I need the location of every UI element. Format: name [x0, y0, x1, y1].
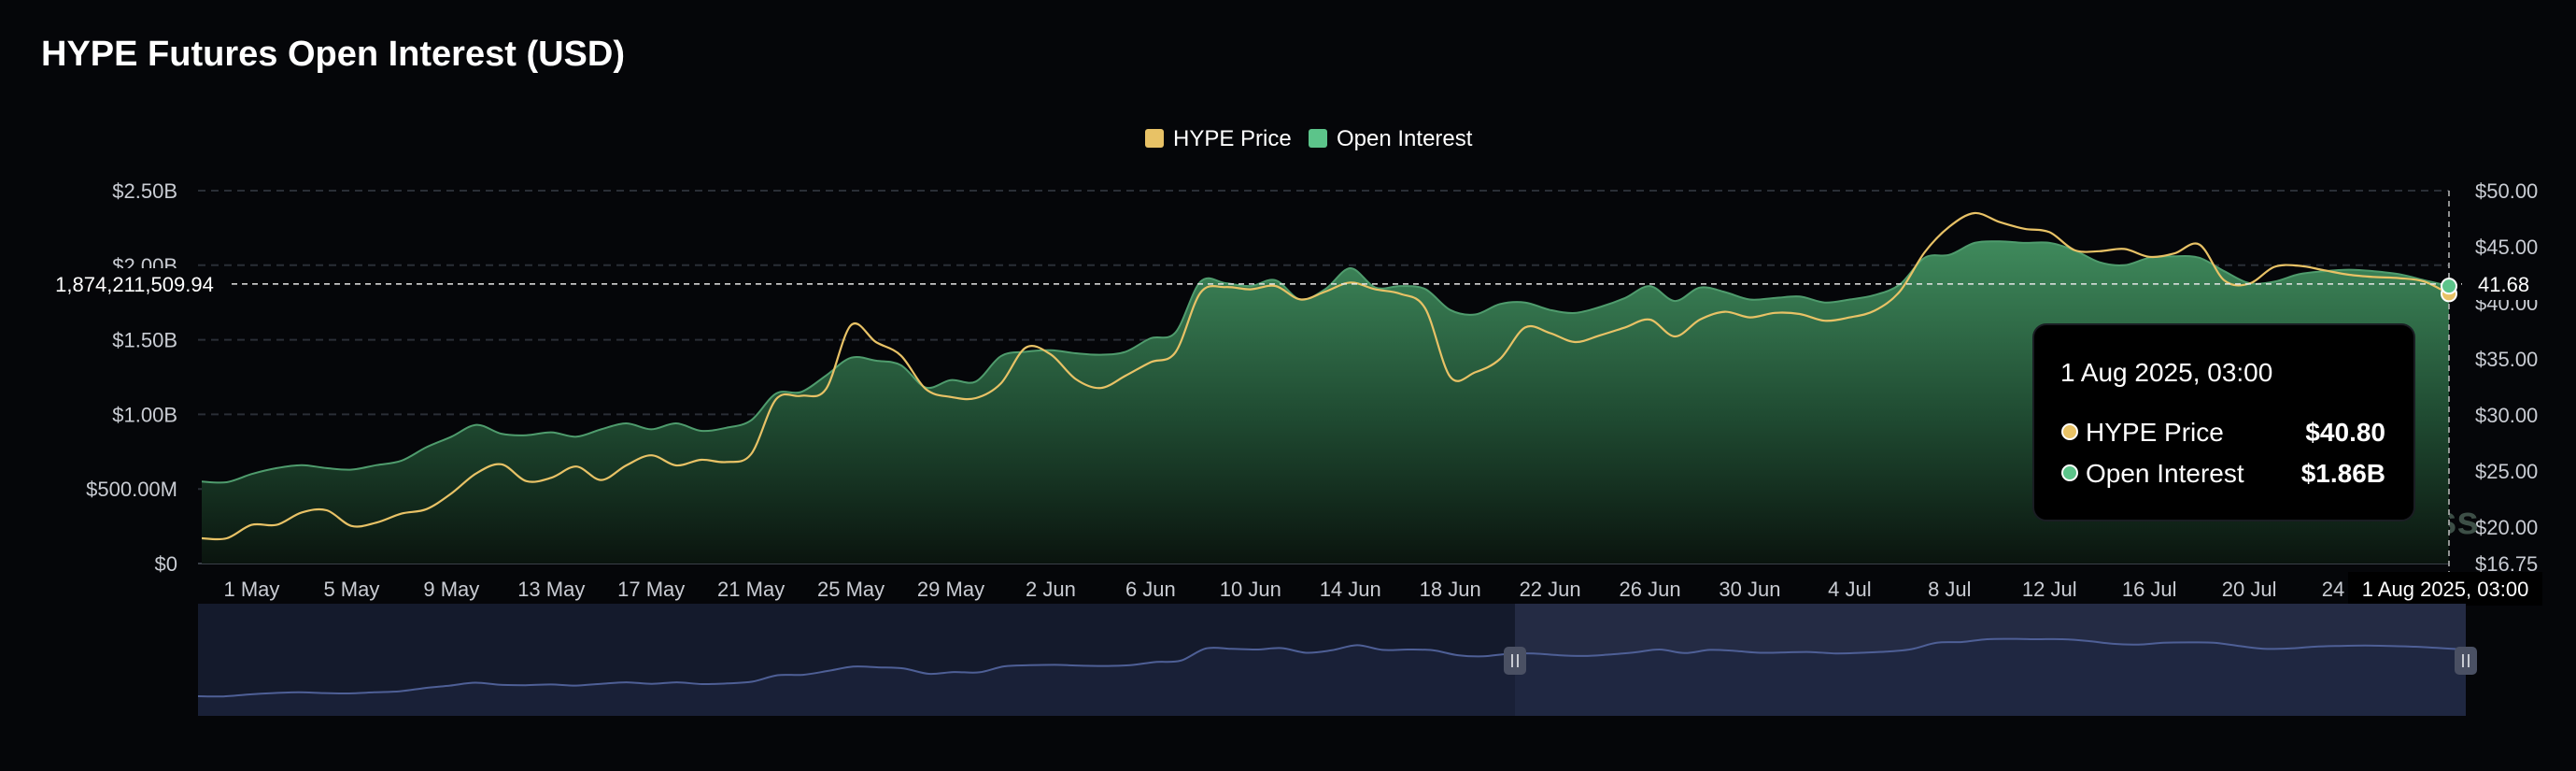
x-tick-label: 20 Jul — [2222, 578, 2277, 601]
crosshair-price-readout-box: 41.68 — [2462, 268, 2546, 300]
crosshair-x-readout: 1 Aug 2025, 03:00 — [2362, 578, 2529, 601]
tooltip-title: 1 Aug 2025, 03:00 — [2060, 358, 2272, 387]
legend-swatch-open-interest — [1309, 129, 1327, 148]
x-tick-label: 30 Jun — [1719, 578, 1780, 601]
left-tick-label: $1.00B — [112, 403, 177, 426]
x-tick-label: 14 Jun — [1320, 578, 1381, 601]
right-tick-label: $30.00 — [2475, 404, 2538, 427]
navigator-left-handle[interactable] — [1504, 647, 1526, 675]
x-axis: 1 May 5 May 9 May 13 May 17 May 21 May 25 May 2… — [224, 578, 2461, 601]
left-tick-label: $1.50B — [112, 329, 177, 352]
tooltip-oi-label: Open Interest — [2086, 459, 2244, 488]
x-tick-label: 2 Jun — [1026, 578, 1076, 601]
legend-item-price[interactable]: HYPE Price — [1145, 126, 1292, 151]
right-tick-label: $35.00 — [2475, 348, 2538, 371]
right-tick-label: $25.00 — [2475, 460, 2538, 483]
tooltip: 1 Aug 2025, 03:00 HYPE Price $40.80 Open… — [2032, 323, 2415, 521]
left-tick-label: $2.50B — [112, 179, 177, 203]
x-tick-label: 1 May — [224, 578, 280, 601]
navigator-right-handle[interactable] — [2455, 647, 2477, 675]
tooltip-oi-value: $1.86B — [2301, 459, 2385, 488]
right-tick-label: $50.00 — [2475, 179, 2538, 203]
right-tick-label: $45.00 — [2475, 236, 2538, 259]
tooltip-price-label: HYPE Price — [2086, 418, 2224, 447]
x-tick-label: 4 Jul — [1828, 578, 1871, 601]
x-tick-label: 13 May — [517, 578, 585, 601]
right-tick-label: $20.00 — [2475, 516, 2538, 539]
x-tick-label: 18 Jun — [1420, 578, 1481, 601]
crosshair-y-readout-box: 1,874,211,509.94 — [41, 268, 228, 300]
range-navigator[interactable] — [197, 604, 2477, 716]
legend-label-open-interest: Open Interest — [1337, 126, 1473, 151]
x-tick-label: 12 Jul — [2022, 578, 2077, 601]
x-tick-label: 8 Jul — [1928, 578, 1971, 601]
x-tick-label: 16 Jul — [2122, 578, 2177, 601]
legend-item-open-interest[interactable]: Open Interest — [1309, 126, 1473, 151]
x-tick-label: 21 May — [717, 578, 785, 601]
crosshair-price-readout: 41.68 — [2478, 273, 2529, 296]
right-y-axis: $16.75$20.00$25.00$30.00$35.00$40.00$45.… — [2475, 179, 2538, 576]
x-tick-label: 17 May — [617, 578, 685, 601]
crosshair-y-readout: 1,874,211,509.94 — [55, 273, 214, 296]
crosshair-x-readout-box: 1 Aug 2025, 03:00 — [2348, 572, 2542, 606]
x-tick-label: 29 May — [917, 578, 984, 601]
left-tick-label: $500.00M — [86, 478, 177, 501]
x-tick-label: 6 Jun — [1125, 578, 1176, 601]
legend: HYPE Price Open Interest — [1145, 126, 1473, 151]
legend-label-price: HYPE Price — [1173, 126, 1292, 151]
x-tick-label: 5 May — [323, 578, 379, 601]
x-tick-label: 25 May — [817, 578, 885, 601]
chart-title: HYPE Futures Open Interest (USD) — [41, 35, 625, 74]
chart-svg: HYPE Futures Open Interest (USD) HYPE Pr… — [41, 35, 2546, 716]
tooltip-price-value: $40.80 — [2305, 418, 2385, 447]
tooltip-price-dot — [2061, 423, 2078, 440]
tooltip-oi-dot — [2061, 464, 2078, 481]
left-y-axis: $0$500.00M$1.00B$1.50B$2.00B$2.50B — [86, 179, 177, 576]
left-tick-label: $0 — [155, 552, 177, 576]
x-tick-label: 9 May — [423, 578, 479, 601]
x-tick-label: 22 Jun — [1520, 578, 1581, 601]
open-interest-marker — [2441, 278, 2457, 295]
legend-swatch-price — [1145, 129, 1164, 148]
x-tick-label: 26 Jun — [1620, 578, 1681, 601]
x-tick-label: 10 Jun — [1220, 578, 1281, 601]
